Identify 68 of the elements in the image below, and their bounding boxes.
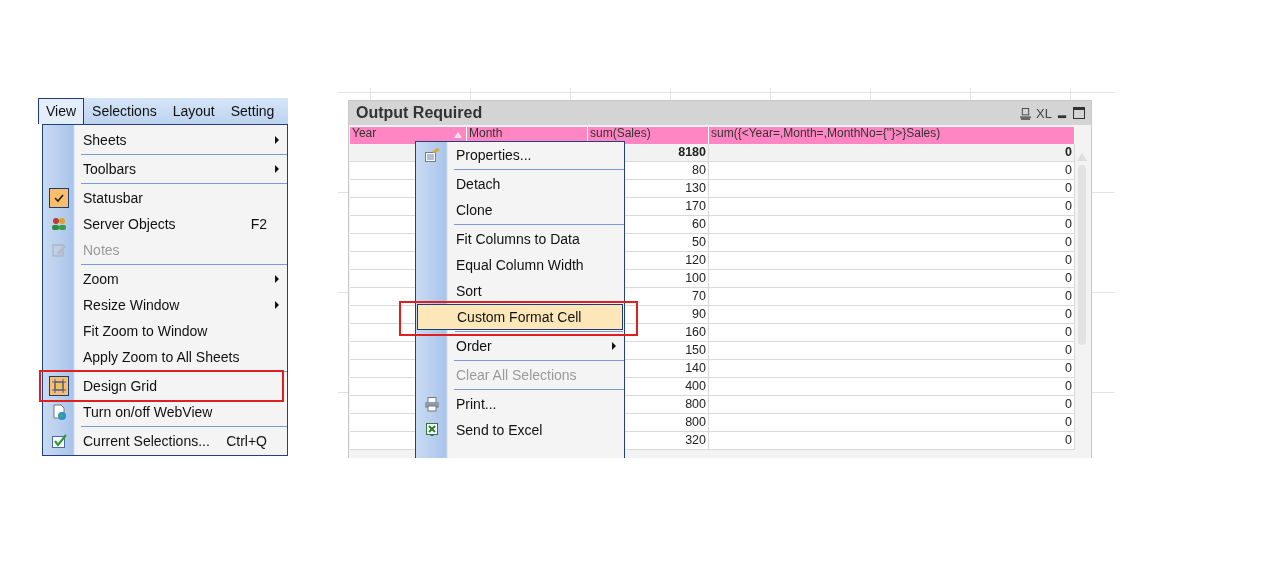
- menu-item[interactable]: Resize Window: [43, 292, 287, 318]
- table-cell: 0: [1065, 415, 1072, 429]
- table-cell: 140: [685, 361, 706, 375]
- excel-icon: [424, 422, 440, 438]
- menu-bar-item[interactable]: View: [38, 98, 85, 124]
- table-cell: 0: [1065, 325, 1072, 339]
- menu-bar-item[interactable]: Selections: [84, 98, 165, 124]
- table-cell: 0: [1065, 361, 1072, 375]
- menu-item[interactable]: Fit Columns to Data: [416, 226, 624, 252]
- table-cell: 170: [685, 199, 706, 213]
- menu-item[interactable]: Send to Excel: [416, 417, 624, 443]
- maximize-icon[interactable]: [1073, 107, 1085, 119]
- checkbox-icon: [51, 433, 67, 449]
- table-cell: 0: [1065, 163, 1072, 177]
- submenu-arrow-icon: [275, 301, 279, 309]
- table-cell: 90: [692, 307, 706, 321]
- printer-icon: [424, 396, 440, 412]
- table-cell: 0: [1065, 433, 1072, 447]
- table-cell: 0: [1065, 199, 1072, 213]
- table-cell: 0: [1065, 289, 1072, 303]
- table-cell: 0: [1065, 145, 1072, 159]
- people-icon: [51, 216, 67, 232]
- table-cell: 130: [685, 181, 706, 195]
- menu-item[interactable]: Design Grid: [43, 373, 282, 399]
- table-cell: 320: [685, 433, 706, 447]
- table-cell: 100: [685, 271, 706, 285]
- table-cell: 0: [1065, 397, 1072, 411]
- submenu-arrow-icon: [275, 136, 279, 144]
- table-cell: 150: [685, 343, 706, 357]
- menu-item[interactable]: Detach: [416, 171, 624, 197]
- window-title: Output Required: [356, 104, 483, 122]
- table-cell: 0: [1065, 181, 1072, 195]
- menu-item[interactable]: Current Selections... Ctrl+Q: [43, 428, 287, 454]
- table-cell: 8180: [678, 145, 706, 159]
- table-cell: 0: [1065, 307, 1072, 321]
- table-cell: 0: [1065, 235, 1072, 249]
- menu-bar-item[interactable]: Setting: [222, 98, 283, 124]
- page-globe-icon: [51, 404, 67, 420]
- table-cell: 0: [1065, 379, 1072, 393]
- menu-item[interactable]: Custom Format Cell: [417, 304, 623, 330]
- table-cell: 800: [685, 397, 706, 411]
- table-cell: 160: [685, 325, 706, 339]
- excel-button[interactable]: XL: [1036, 105, 1052, 121]
- table-cell: 0: [1065, 217, 1072, 231]
- submenu-arrow-icon: [275, 275, 279, 283]
- submenu-arrow-icon: [275, 165, 279, 173]
- table-cell: 50: [692, 235, 706, 249]
- table-cell: 60: [692, 217, 706, 231]
- properties-icon: [424, 147, 440, 163]
- table-cell: 400: [685, 379, 706, 393]
- menu-item[interactable]: Print...: [416, 391, 624, 417]
- pencil-icon: [51, 242, 67, 258]
- table-cell: 0: [1065, 343, 1072, 357]
- menu-item[interactable]: Zoom: [43, 266, 287, 292]
- menu-item[interactable]: Statusbar: [43, 185, 287, 211]
- table-cell: 0: [1065, 271, 1072, 285]
- table-cell: 800: [685, 415, 706, 429]
- menu-item[interactable]: Server Objects F2: [43, 211, 287, 237]
- menu-item[interactable]: Fit Zoom to Window: [43, 318, 287, 344]
- table-cell: 0: [1065, 253, 1072, 267]
- table-cell: 120: [685, 253, 706, 267]
- menu-item[interactable]: Equal Column Width: [416, 252, 624, 278]
- submenu-arrow-icon: [612, 342, 616, 350]
- table-cell: 70: [692, 289, 706, 303]
- print-icon[interactable]: [1020, 106, 1032, 120]
- menu-bar-item[interactable]: Layout: [164, 98, 223, 124]
- menu-item[interactable]: Sort: [416, 278, 624, 304]
- table-cell: 80: [692, 163, 706, 177]
